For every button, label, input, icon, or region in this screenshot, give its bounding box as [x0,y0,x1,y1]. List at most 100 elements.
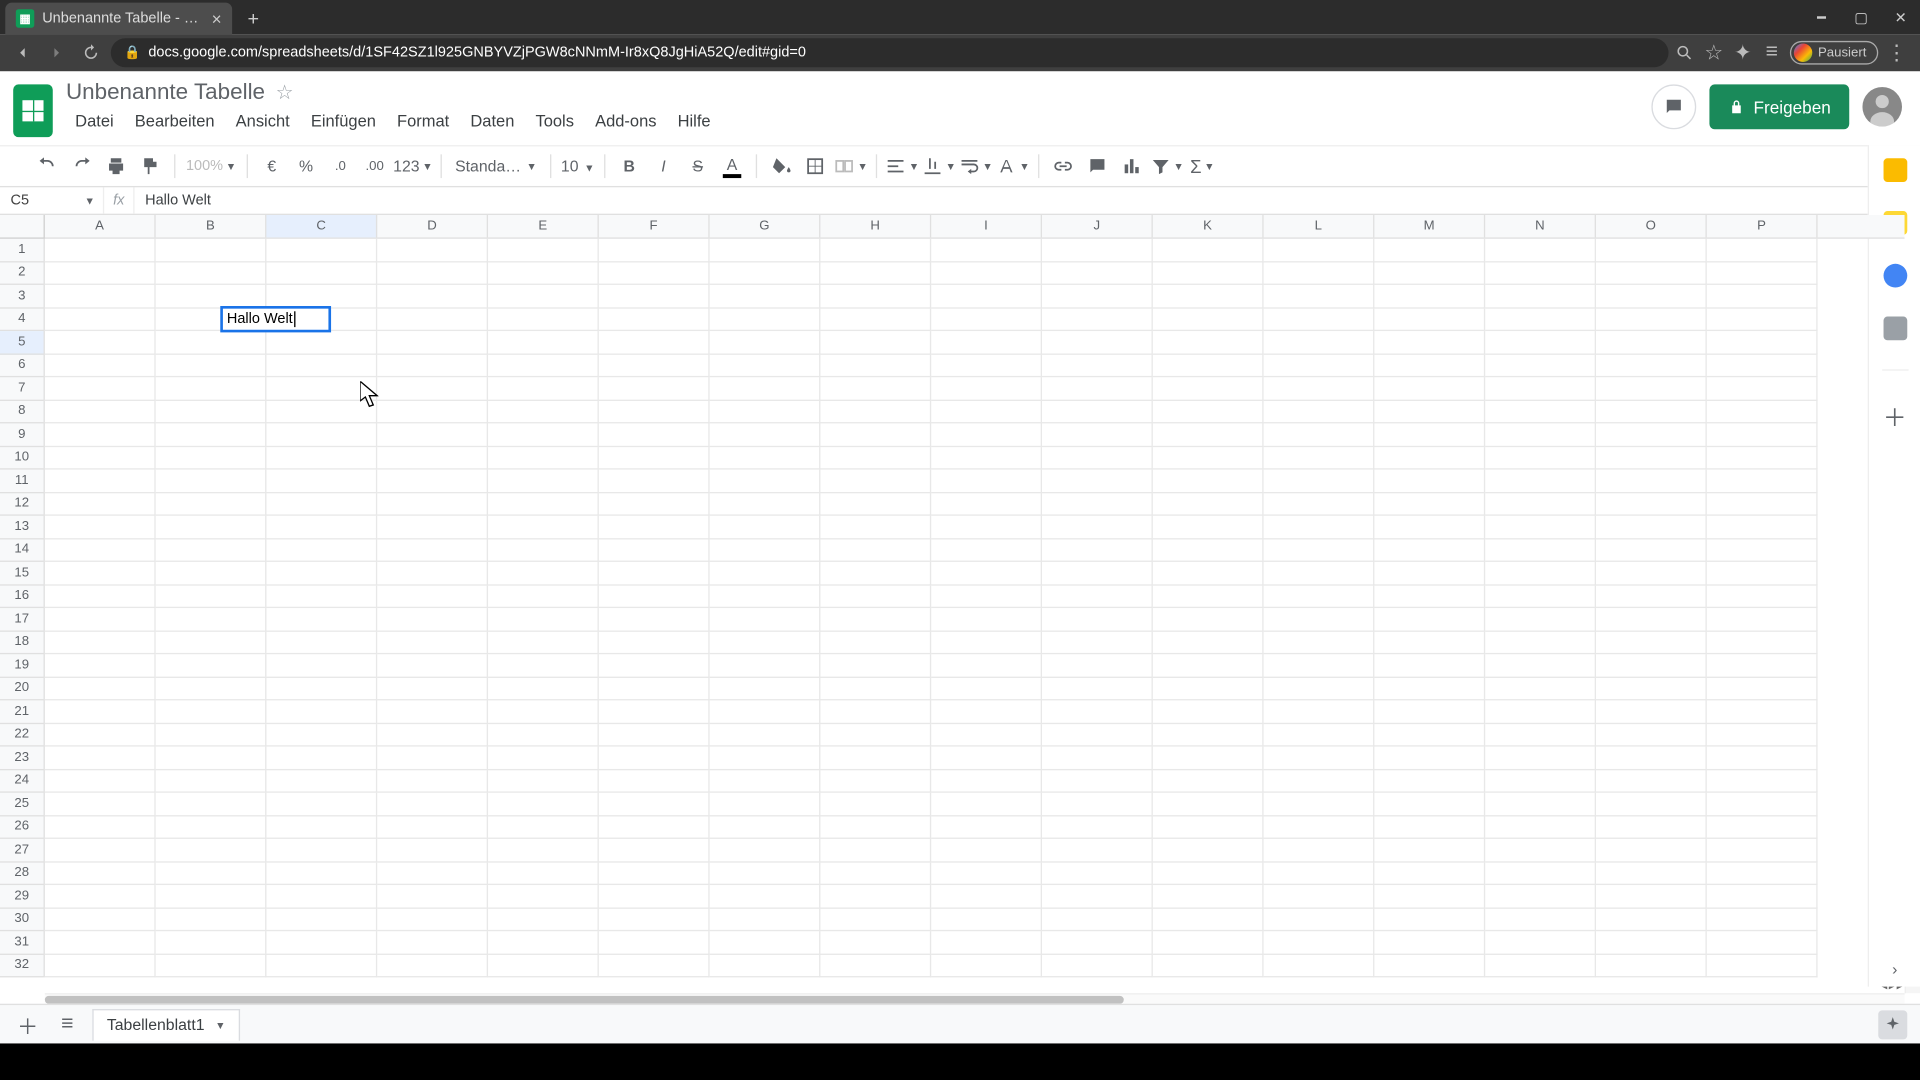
cell[interactable] [377,793,488,816]
cell[interactable] [1485,516,1596,539]
cell[interactable] [710,908,821,931]
cell[interactable] [1596,885,1707,908]
cell[interactable] [45,562,156,585]
cell[interactable] [1596,308,1707,331]
formula-input[interactable]: Hallo Welt [135,193,1920,209]
cell[interactable] [820,631,931,654]
cell[interactable] [820,446,931,469]
cell[interactable] [1374,954,1485,977]
cell[interactable] [710,516,821,539]
cell[interactable] [266,908,377,931]
cell[interactable] [599,493,710,516]
cell[interactable] [1264,723,1375,746]
cell[interactable] [1707,446,1818,469]
cell[interactable] [1485,400,1596,423]
cell[interactable] [1264,446,1375,469]
cell[interactable] [488,400,599,423]
cell[interactable] [45,262,156,285]
row-header[interactable]: 10 [0,446,44,469]
cell[interactable] [1374,700,1485,723]
column-header[interactable]: P [1707,215,1818,237]
cell[interactable] [820,885,931,908]
cell[interactable] [599,793,710,816]
cell[interactable] [599,516,710,539]
cell[interactable] [1596,331,1707,354]
cell[interactable] [710,770,821,793]
cell[interactable] [599,770,710,793]
cell[interactable] [1374,539,1485,562]
print-button[interactable] [100,150,132,182]
cell[interactable] [1374,331,1485,354]
chrome-menu-button[interactable]: ⋮ [1886,42,1907,63]
cell[interactable] [377,631,488,654]
cell[interactable] [266,285,377,308]
row-header[interactable]: 22 [0,723,44,746]
cell[interactable] [1264,331,1375,354]
cell[interactable] [488,839,599,862]
cell[interactable] [599,747,710,770]
cell[interactable] [377,654,488,677]
cell[interactable] [931,770,1042,793]
cell[interactable] [1485,931,1596,954]
cell[interactable] [1485,585,1596,608]
cell[interactable] [45,493,156,516]
cell[interactable] [1153,400,1264,423]
name-box[interactable]: C5▼ [0,193,103,209]
cell[interactable] [1042,562,1153,585]
cell[interactable] [1596,908,1707,931]
row-header[interactable]: 17 [0,608,44,631]
cell[interactable] [266,747,377,770]
cell[interactable] [45,423,156,446]
cell[interactable] [1042,377,1153,400]
cell[interactable] [710,470,821,493]
cell[interactable] [156,446,267,469]
cell[interactable] [45,723,156,746]
cell[interactable] [710,677,821,700]
cell[interactable] [1042,839,1153,862]
cell[interactable] [820,816,931,839]
cell[interactable] [488,285,599,308]
cell[interactable] [710,285,821,308]
cell[interactable] [710,862,821,885]
cell[interactable] [1374,931,1485,954]
cell[interactable] [266,516,377,539]
row-header[interactable]: 19 [0,654,44,677]
cell[interactable] [599,377,710,400]
cell[interactable] [1596,631,1707,654]
cell[interactable] [488,908,599,931]
tasks-icon[interactable] [1883,264,1907,288]
cell[interactable] [1042,446,1153,469]
cell[interactable] [1596,539,1707,562]
row-header[interactable]: 5 [0,331,44,354]
cell[interactable] [931,285,1042,308]
row-header[interactable]: 2 [0,262,44,285]
cell[interactable] [266,631,377,654]
cell[interactable] [1042,585,1153,608]
cell[interactable] [1264,862,1375,885]
cell[interactable] [156,654,267,677]
row-header[interactable]: 21 [0,700,44,723]
cell[interactable] [710,885,821,908]
cell[interactable] [156,770,267,793]
cell[interactable] [710,931,821,954]
all-sheets-button[interactable]: ≡ [53,1010,82,1039]
paint-format-button[interactable] [135,150,167,182]
merge-cells-button[interactable]: ▼ [834,150,868,182]
cell[interactable] [488,331,599,354]
cell[interactable] [156,539,267,562]
cell[interactable] [710,493,821,516]
cell[interactable] [1374,285,1485,308]
row-header[interactable]: 27 [0,839,44,862]
menu-ansicht[interactable]: Ansicht [226,108,299,134]
cell[interactable] [1707,700,1818,723]
cell[interactable] [156,377,267,400]
nav-forward-button[interactable] [42,38,71,67]
cell[interactable] [1264,239,1375,262]
cell[interactable] [1042,677,1153,700]
cell[interactable] [1042,793,1153,816]
cell[interactable] [156,285,267,308]
cell[interactable] [1596,239,1707,262]
cell[interactable] [1596,285,1707,308]
cell[interactable] [1596,816,1707,839]
cell[interactable] [377,862,488,885]
